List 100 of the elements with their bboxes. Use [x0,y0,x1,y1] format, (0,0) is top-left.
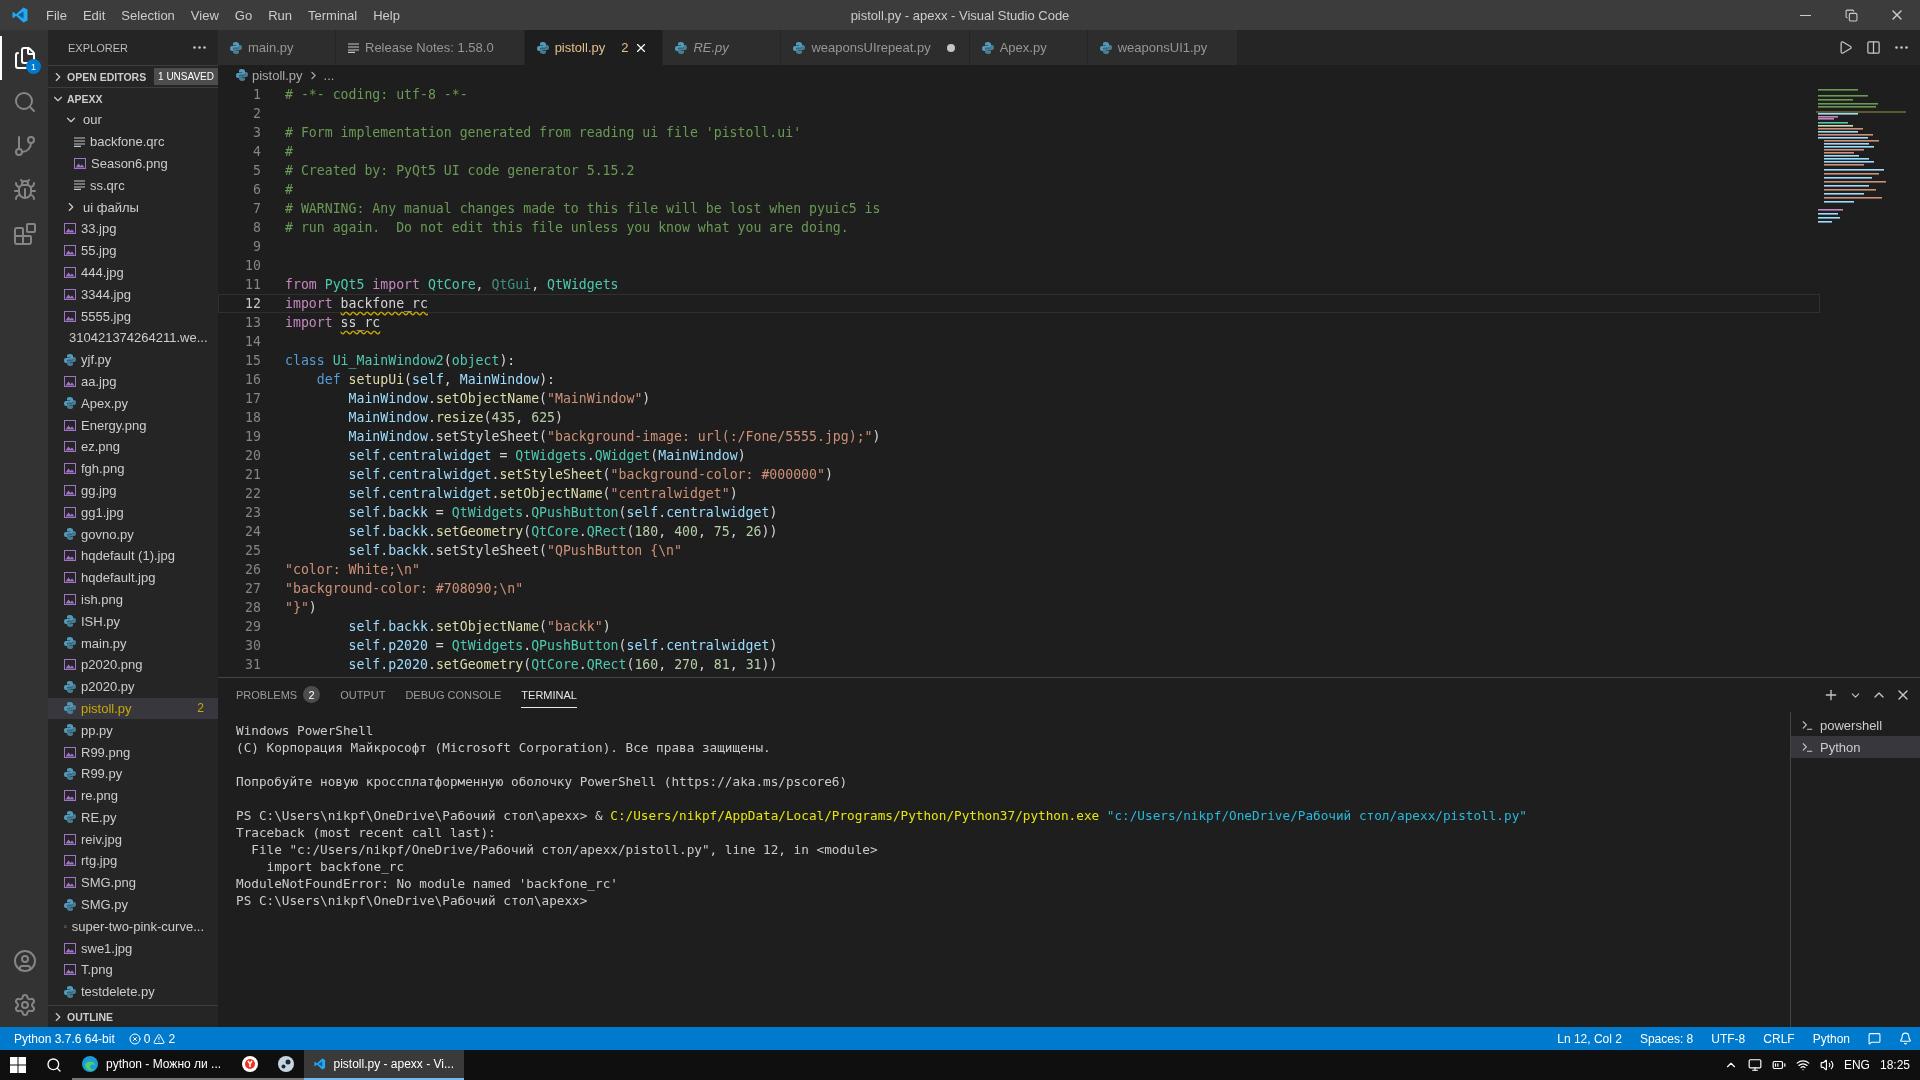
terminal-item[interactable]: Python [1791,736,1920,758]
line-number: 18 [244,410,261,425]
image-file-icon [64,964,76,976]
volume-icon[interactable] [1819,1058,1834,1072]
panel-tab[interactable]: OUTPUT [340,682,386,708]
explorer-entry[interactable]: p2020.py [48,675,218,698]
explorer-entry[interactable]: 310421374264211.we... [48,326,218,349]
menu-item[interactable]: File [38,7,75,23]
explorer-entry[interactable]: pistoll.py 2 [48,697,218,720]
breadcrumb[interactable]: ... [323,67,335,83]
folder-section[interactable]: APEXX [48,87,218,109]
line-number: 4 [252,144,261,159]
breadcrumb[interactable]: pistoll.py [252,67,303,83]
explorer-entry[interactable]: ish.png [48,588,218,611]
explorer-entry[interactable]: gg.jpg [48,479,218,502]
explorer-entry[interactable]: fgh.png [48,457,218,480]
editor-tab[interactable]: RE.py [663,30,782,65]
windows-logo-icon [10,1057,26,1073]
python-file-icon [64,985,76,998]
status-item[interactable]: CRLF [1763,1031,1795,1046]
menu-item[interactable]: View [182,7,227,23]
explorer-entry[interactable]: ss.qrc [48,174,218,197]
explorer-entry[interactable]: T.png [48,959,218,981]
explorer-entry[interactable]: p2020.png [48,653,218,676]
feedback-icon[interactable] [1868,1032,1881,1045]
terminal-line: (C) Корпорация Майкрософт (Microsoft Corporation). Все права защищены. [236,739,772,756]
taskbar-app[interactable]: python - Можно ли ... [72,1050,232,1080]
explorer-entry[interactable]: RE.py [48,806,218,829]
explorer-entry[interactable]: super-two-pink-curve... [48,915,218,938]
line-number: 11 [244,277,261,292]
editor-tab[interactable]: weaponsUIrepeat.py [781,30,970,65]
editor-tab[interactable]: weaponsUI1.py [1087,30,1239,65]
explorer-entry[interactable]: ISH.py [48,610,218,633]
menu-item[interactable]: Edit [74,7,114,23]
status-item[interactable]: Spaces: 8 [1639,1031,1694,1046]
explorer-entry[interactable]: pp.py [48,719,218,742]
code-line: # Form implementation generated from reading ui file 'pistoll.ui' [285,125,802,140]
explorer-entry[interactable]: SMG.png [48,871,218,894]
taskbar-app[interactable]: pistoll.py - apexx - Vi... [304,1050,464,1080]
explorer-entry[interactable]: 33.jpg [48,218,218,240]
explorer-entry[interactable]: rtg.jpg [48,850,218,872]
menu-item[interactable]: Help [365,7,408,23]
explorer-entry[interactable]: 55.jpg [48,239,218,262]
image-file-icon [64,266,76,278]
explorer-entry[interactable]: SMG.py [48,893,218,916]
explorer-entry[interactable]: hqdefault.jpg [48,566,218,589]
editor-tab[interactable]: main.py [218,30,336,65]
explorer-entry[interactable]: swe1.jpg [48,937,218,960]
panel-tab[interactable]: PROBLEMS 2 [236,682,321,708]
explorer-entry[interactable]: hqdefault (1).jpg [48,544,218,567]
explorer-entry[interactable]: ez.png [48,435,218,458]
bell-icon[interactable] [1899,1032,1912,1045]
battery-icon[interactable] [1771,1058,1786,1072]
line-number: 25 [244,543,261,558]
explorer-entry[interactable]: reiv.jpg [48,828,218,851]
explorer-entry[interactable]: main.py [48,632,218,654]
menu-item[interactable]: Go [226,7,261,23]
panel-tab[interactable]: DEBUG CONSOLE [405,682,502,708]
explorer-entry[interactable]: gg1.jpg [48,501,218,524]
explorer-entry[interactable]: 3344.jpg [48,283,218,306]
terminal-line: import backfone_rc [265,858,406,875]
explorer-folder[interactable]: our [48,109,218,131]
code-line: self.centralwidget.setObjectName("centralwidget") [347,486,738,501]
open-editors-section[interactable]: OPEN EDITORS 1 UNSAVED [48,65,218,87]
explorer-entry[interactable]: Apex.py [48,392,218,415]
explorer-folder[interactable]: ui файлы [48,196,218,218]
explorer-entry[interactable]: aa.jpg [48,370,218,393]
status-item[interactable]: Ln 12, Col 2 [1557,1031,1622,1046]
explorer-entry[interactable]: 444.jpg [48,261,218,284]
explorer-entry[interactable]: re.png [48,784,218,807]
explorer-entry[interactable]: Season6.png [48,152,218,175]
interpreter-status[interactable]: Python 3.7.6 64-bit [14,1031,115,1046]
language-indicator[interactable]: ENG [1843,1058,1870,1072]
editor-tab[interactable]: Release Notes: 1.58.0 [336,30,525,65]
wifi-icon[interactable] [1795,1058,1810,1072]
terminal-item[interactable]: powershell [1791,714,1920,736]
explorer-entry[interactable]: backfone.qrc [48,130,218,153]
status-item[interactable]: UTF-8 [1711,1031,1746,1046]
menu-item[interactable]: Terminal [300,7,366,23]
explorer-entry[interactable]: R99.png [48,741,218,763]
explorer-entry[interactable]: 5555.jpg [48,305,218,327]
count-badge: 1 [26,59,41,74]
explorer-entry[interactable]: Energy.png [48,414,218,436]
panel-tab[interactable]: TERMINAL [521,682,577,708]
editor-tab[interactable]: pistoll.py 2 [524,30,664,65]
status-item[interactable]: Python [1812,1031,1850,1046]
clock[interactable]: 18:25 [1879,1058,1910,1072]
problems-status[interactable]: 0 2 [128,1031,176,1046]
explorer-entry[interactable]: testdelete.py [48,980,218,1003]
menu-item[interactable]: Selection [113,7,183,23]
editor-tab[interactable]: Apex.py [969,30,1088,65]
python-file-icon [64,680,76,693]
python-file-icon [64,528,76,541]
monitor-icon[interactable] [1747,1058,1762,1072]
lines-file-icon [74,180,85,191]
python-file-icon [64,615,76,628]
explorer-entry[interactable]: yjf.py [48,348,218,371]
explorer-entry[interactable]: govno.py [48,523,218,545]
explorer-entry[interactable]: R99.py [48,762,218,785]
menu-item[interactable]: Run [260,7,300,23]
